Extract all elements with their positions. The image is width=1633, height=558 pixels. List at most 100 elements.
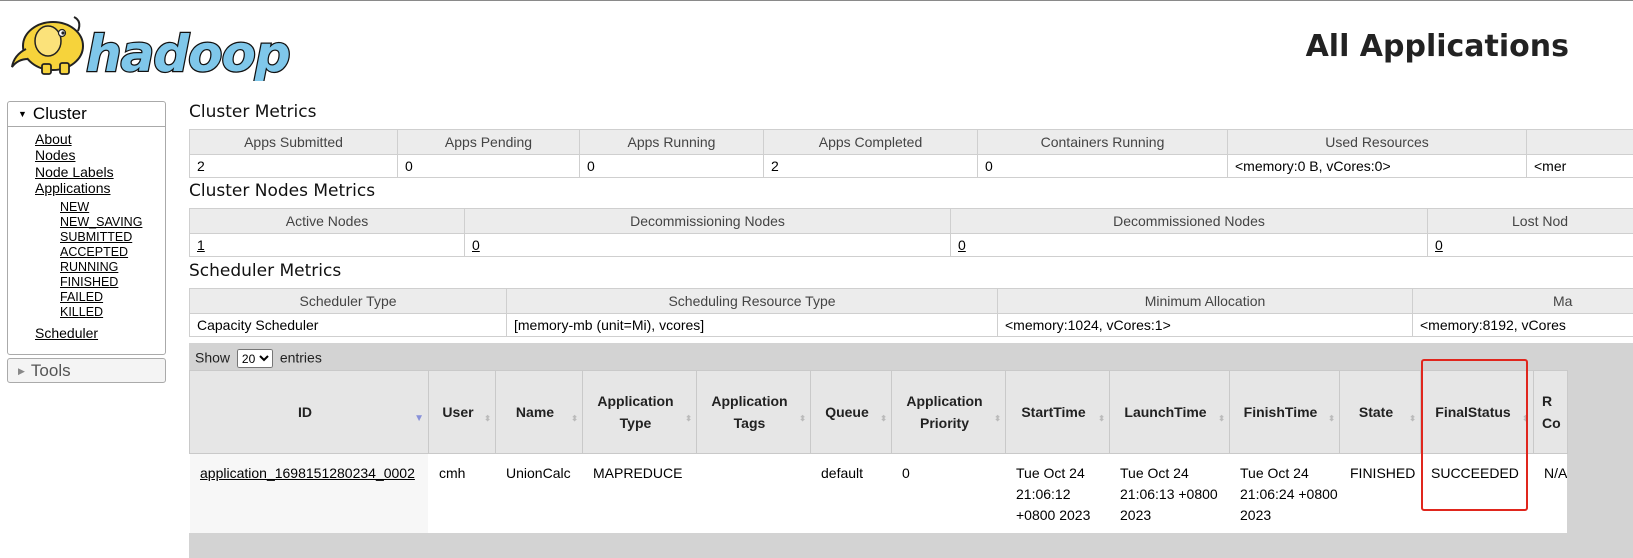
page-title: All Applications xyxy=(1306,29,1569,64)
app-start-time: Tue Oct 24 21:06:12 +0800 2023 xyxy=(1006,454,1110,534)
entries-label: entries xyxy=(280,350,322,366)
metric-value: <mer xyxy=(1527,155,1633,178)
decommissioned-nodes-link[interactable]: 0 xyxy=(958,237,966,253)
column-header-finish-time[interactable]: FinishTime⬍ xyxy=(1230,371,1340,454)
column-header: Decommissioning Nodes xyxy=(465,209,951,234)
scheduling-resource-type-value: [memory-mb (unit=Mi), vcores] xyxy=(507,314,998,337)
nav-state-submitted[interactable]: SUBMITTED xyxy=(60,230,132,244)
column-header: Apps Running xyxy=(580,130,764,155)
column-header: Decommissioned Nodes xyxy=(951,209,1428,234)
sort-desc-icon: ▼ xyxy=(414,408,424,430)
scheduler-metrics-title: Scheduler Metrics xyxy=(189,261,341,281)
app-priority: 0 xyxy=(892,454,1006,534)
cluster-nodes-metrics-table: Active Nodes Decommissioning Nodes Decom… xyxy=(189,208,1633,257)
apps-running-value: 0 xyxy=(580,155,764,178)
sort-icon: ⬍ xyxy=(571,408,578,430)
apps-pending-value: 0 xyxy=(398,155,580,178)
sort-icon: ⬍ xyxy=(1098,408,1105,430)
cluster-nav: About Nodes Node Labels Applications NEW… xyxy=(8,131,165,342)
applications-table-wrapper: Show 20 entries ID▼ User⬍ Name⬍ Applicat… xyxy=(189,343,1633,558)
apps-completed-value: 2 xyxy=(764,155,978,178)
nav-state-killed[interactable]: KILLED xyxy=(60,305,103,319)
apps-submitted-value: 2 xyxy=(190,155,398,178)
svg-text:hadoop: hadoop xyxy=(86,25,290,81)
tools-panel[interactable]: ▶ Tools xyxy=(7,358,166,383)
app-launch-time: Tue Oct 24 21:06:13 +0800 2023 xyxy=(1110,454,1230,534)
tools-label: Tools xyxy=(31,361,71,380)
sort-icon: ⬍ xyxy=(880,408,887,430)
applications-table: ID▼ User⬍ Name⬍ Application Type⬍ Applic… xyxy=(189,370,1568,533)
column-header-user[interactable]: User⬍ xyxy=(429,371,496,454)
nav-nodes[interactable]: Nodes xyxy=(35,147,75,163)
column-header-application-type[interactable]: Application Type⬍ xyxy=(583,371,697,454)
column-header-final-status[interactable]: FinalStatus⬍ xyxy=(1421,371,1534,454)
sort-icon: ⬍ xyxy=(1522,408,1529,430)
nav-about[interactable]: About xyxy=(35,131,72,147)
page-size-select[interactable]: 20 xyxy=(237,349,273,368)
cluster-nodes-metrics-title: Cluster Nodes Metrics xyxy=(189,181,375,201)
column-header: Ma xyxy=(1413,289,1633,314)
cluster-metrics-table: Apps Submitted Apps Pending Apps Running… xyxy=(189,129,1633,178)
sort-icon: ⬍ xyxy=(1328,408,1335,430)
cluster-panel-header[interactable]: ▼ Cluster xyxy=(8,102,165,127)
column-header-application-tags[interactable]: Application Tags⬍ xyxy=(697,371,811,454)
used-resources-value: <memory:0 B, vCores:0> xyxy=(1228,155,1527,178)
column-header-running-containers[interactable]: R Co xyxy=(1534,371,1568,454)
scheduler-metrics-table: Scheduler Type Scheduling Resource Type … xyxy=(189,288,1633,337)
page-size-control: Show 20 entries xyxy=(195,349,322,368)
nav-state-failed[interactable]: FAILED xyxy=(60,290,103,304)
nav-scheduler[interactable]: Scheduler xyxy=(35,325,98,341)
column-header: Containers Running xyxy=(978,130,1228,155)
app-tags xyxy=(697,454,811,534)
app-finish-time: Tue Oct 24 21:06:24 +0800 2023 xyxy=(1230,454,1340,534)
sort-icon: ⬍ xyxy=(1218,408,1225,430)
column-header-launch-time[interactable]: LaunchTime⬍ xyxy=(1110,371,1230,454)
column-header-name[interactable]: Name⬍ xyxy=(496,371,583,454)
containers-running-value: 0 xyxy=(978,155,1228,178)
cluster-metrics-title: Cluster Metrics xyxy=(189,102,316,122)
triangle-right-icon: ▶ xyxy=(18,366,25,376)
column-header-application-priority[interactable]: Application Priority⬍ xyxy=(892,371,1006,454)
sort-icon: ⬍ xyxy=(994,408,1001,430)
app-running-containers: N/A xyxy=(1534,454,1568,534)
app-queue: default xyxy=(811,454,892,534)
cluster-panel: ▼ Cluster About Nodes Node Labels Applica… xyxy=(7,101,166,355)
sort-icon: ⬍ xyxy=(799,408,806,430)
nav-state-accepted[interactable]: ACCEPTED xyxy=(60,245,128,259)
triangle-down-icon: ▼ xyxy=(18,109,27,119)
table-row: application_1698151280234_0002 cmh Union… xyxy=(190,454,1568,534)
column-header-start-time[interactable]: StartTime⬍ xyxy=(1006,371,1110,454)
sort-icon: ⬍ xyxy=(1409,408,1416,430)
column-header xyxy=(1527,130,1633,155)
column-header-queue[interactable]: Queue⬍ xyxy=(811,371,892,454)
tools-panel-header[interactable]: ▶ Tools xyxy=(8,359,165,383)
nav-state-new[interactable]: NEW xyxy=(60,200,89,214)
nav-state-new-saving[interactable]: NEW_SAVING xyxy=(60,215,142,229)
application-id-link[interactable]: application_1698151280234_0002 xyxy=(200,465,415,481)
cluster-label: Cluster xyxy=(33,104,87,123)
hadoop-logo[interactable]: hadoop xyxy=(8,9,308,81)
column-header: Lost Nod xyxy=(1428,209,1633,234)
column-header: Scheduler Type xyxy=(190,289,507,314)
decommissioning-nodes-link[interactable]: 0 xyxy=(472,237,480,253)
nav-applications[interactable]: Applications xyxy=(35,180,111,196)
column-header-id[interactable]: ID▼ xyxy=(190,371,429,454)
nav-state-running[interactable]: RUNNING xyxy=(60,260,118,274)
app-state-nav: NEW NEW_SAVING SUBMITTED ACCEPTED RUNNIN… xyxy=(35,200,165,319)
maximum-allocation-value: <memory:8192, vCores xyxy=(1413,314,1633,337)
nav-node-labels[interactable]: Node Labels xyxy=(35,164,114,180)
elephant-icon: hadoop xyxy=(8,9,308,81)
lost-nodes-link[interactable]: 0 xyxy=(1435,237,1443,253)
column-header: Scheduling Resource Type xyxy=(507,289,998,314)
active-nodes-link[interactable]: 1 xyxy=(197,237,205,253)
sort-icon: ⬍ xyxy=(484,408,491,430)
column-header: Active Nodes xyxy=(190,209,465,234)
scheduler-type-value: Capacity Scheduler xyxy=(190,314,507,337)
app-type: MAPREDUCE xyxy=(583,454,697,534)
column-header-state[interactable]: State⬍ xyxy=(1340,371,1421,454)
nav-state-finished[interactable]: FINISHED xyxy=(60,275,118,289)
column-header: Apps Pending xyxy=(398,130,580,155)
show-label: Show xyxy=(195,350,230,366)
minimum-allocation-value: <memory:1024, vCores:1> xyxy=(998,314,1413,337)
app-final-status: SUCCEEDED xyxy=(1421,454,1534,534)
